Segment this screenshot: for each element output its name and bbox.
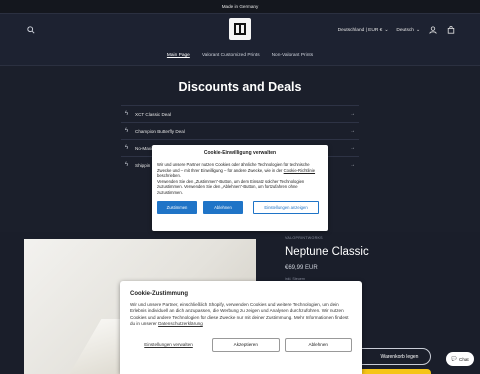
shopify-consent-title: Cookie-Zustimmung [130, 291, 188, 297]
language-selector[interactable]: Deutsch ⌄ [396, 28, 420, 33]
site-header: Deutschland | EUR € ⌄ Deutsch ⌄ [0, 14, 480, 46]
privacy-policy-link[interactable]: Datenschutzerklärung [158, 321, 203, 326]
bolt-icon: ϟ [125, 162, 129, 168]
chat-icon: 💬 [451, 356, 457, 361]
cookie-policy-link[interactable]: Cookie-Richtlinie [284, 168, 315, 173]
accordion-label: XCT Classic Deal [135, 111, 171, 117]
site-logo[interactable] [229, 18, 251, 40]
bolt-icon: ϟ [125, 128, 129, 134]
arrow-right-icon: → [350, 128, 355, 134]
nav-item-main-page[interactable]: Main Page [167, 53, 190, 58]
manage-settings-link[interactable]: Einstellungen verwalten [130, 342, 207, 348]
product-price: €69,99 EUR [285, 265, 318, 271]
reject-cookies-button[interactable]: Ablehnen [203, 200, 243, 214]
announcement-text: Made in Germany [221, 4, 259, 9]
deals-title: Discounts and Deals [178, 80, 302, 94]
announcement-bar: Made in Germany [0, 0, 480, 14]
shopify-consent-banner: Cookie-Zustimmung Wir und unsere Partner… [120, 281, 362, 374]
logo-mark-icon [234, 23, 246, 35]
product-title: Neptune Classic [285, 246, 369, 258]
cookie-dialog-title: Cookie-Einwilligung verwalten [203, 150, 277, 156]
accordion-item-champion[interactable]: ϟ Champion Butterfly Deal → [121, 122, 359, 139]
shopify-accept-button[interactable]: Akzeptieren [212, 337, 280, 352]
cookie-dialog-text: Wir und unsere Partner nutzen Cookies od… [157, 162, 323, 196]
country-selector-label: Deutschland | EUR € [337, 27, 383, 33]
cookie-settings-dialog: Cookie-Einwilligung verwalten Wir und un… [152, 145, 328, 231]
search-icon[interactable] [24, 23, 38, 37]
chat-label: Chat [459, 356, 469, 362]
bolt-icon: ϟ [125, 145, 129, 151]
header-actions: Deutschland | EUR € ⌄ Deutsch ⌄ [338, 25, 456, 35]
bolt-icon: ϟ [125, 111, 129, 117]
cookie-text-2: beschrieben. [157, 173, 181, 179]
arrow-right-icon: → [350, 162, 355, 168]
shopify-reject-button[interactable]: Ablehnen [284, 337, 352, 352]
account-icon[interactable] [428, 25, 438, 35]
chat-button[interactable]: 💬 Chat [446, 352, 474, 366]
cart-icon[interactable] [446, 25, 456, 35]
nav-item-valorant-prints[interactable]: Valorant Customized Prints [202, 53, 260, 58]
accept-cookies-button[interactable]: Zustimmen [157, 200, 197, 214]
cookie-dialog-buttons: Zustimmen Ablehnen Einstellungen anzeige… [157, 200, 323, 214]
accordion-label: No-Maxi [135, 145, 153, 151]
cookie-settings-button[interactable]: Einstellungen anzeigen [253, 200, 319, 214]
language-selector-label: Deutsch [396, 27, 414, 33]
arrow-right-icon: → [350, 145, 355, 151]
nav-item-non-valorant-prints[interactable]: Non-Valorant Prints [272, 53, 314, 58]
country-selector[interactable]: Deutschland | EUR € ⌄ [338, 28, 389, 33]
chevron-down-icon: ⌄ [415, 27, 420, 33]
arrow-right-icon: → [350, 111, 355, 117]
chevron-down-icon: ⌄ [384, 27, 389, 33]
main-nav: Main Page Valorant Customized Prints Non… [0, 46, 480, 66]
accordion-item-xct[interactable]: ϟ XCT Classic Deal → [121, 105, 359, 122]
shopify-consent-buttons: Einstellungen verwalten Akzeptieren Able… [130, 337, 352, 352]
shopify-consent-text: Wir und unsere Partner, einschließlich S… [130, 302, 352, 328]
product-brand: VALOPRINTWORKS [285, 236, 323, 240]
accordion-label: Shippin [135, 162, 151, 168]
accordion-label: Champion Butterfly Deal [135, 128, 185, 134]
cookie-text-3: Verwenden Sie den „Zustimmen“-Button, um… [157, 178, 305, 195]
